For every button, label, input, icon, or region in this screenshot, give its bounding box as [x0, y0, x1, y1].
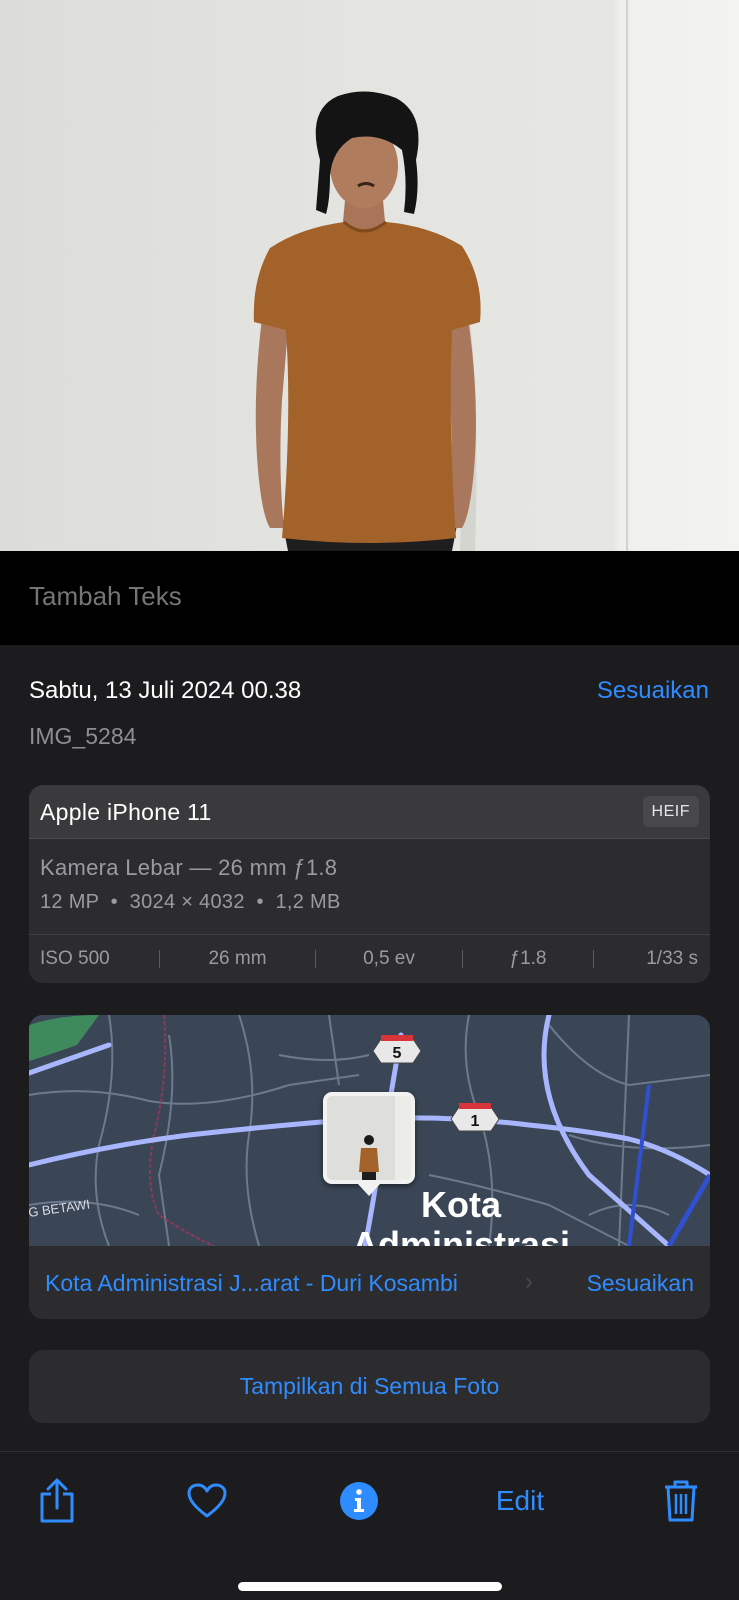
location-footer: Kota Administrasi J...arat - Duri Kosamb… [29, 1246, 710, 1319]
map-street-label: G BETAWI [29, 1196, 91, 1220]
info-panel: Sabtu, 13 Juli 2024 00.38 Sesuaikan IMG_… [0, 645, 739, 1451]
image-specs: 12 MP • 3024 × 4032 • 1,2 MB [40, 891, 341, 913]
camera-header: Apple iPhone 11 HEIF [29, 785, 710, 839]
lens-info: Kamera Lebar — 26 mm ƒ1.8 [40, 855, 338, 880]
adjust-location-button[interactable]: Sesuaikan [587, 1270, 694, 1297]
exif-row: ISO 500 26 mm 0,5 ev ƒ1.8 1/33 s [29, 934, 710, 983]
share-button[interactable] [36, 1476, 78, 1526]
edit-label: Edit [495, 1485, 545, 1516]
camera-info-card: Apple iPhone 11 HEIF Kamera Lebar — 26 m… [29, 785, 710, 983]
edit-button[interactable]: Edit [480, 1476, 560, 1526]
delete-button[interactable] [660, 1476, 702, 1526]
map-city-label-line1: Kota [421, 1184, 502, 1225]
photo-person-illustration [253, 91, 481, 551]
format-badge: HEIF [642, 796, 699, 827]
pin-tail [358, 1184, 380, 1196]
camera-device: Apple iPhone 11 [40, 799, 212, 825]
exif-exposure: 0,5 ev [363, 948, 415, 969]
heart-icon [187, 1483, 227, 1518]
pin-thumbnail [327, 1096, 411, 1180]
route-badge-5-label: 5 [393, 1045, 402, 1062]
caption-input[interactable] [29, 581, 709, 612]
route-badge-1-label: 1 [471, 1113, 480, 1130]
trash-icon [665, 1480, 697, 1522]
photo-location-pin[interactable] [323, 1092, 415, 1184]
route-badge-5: 5 [372, 1035, 422, 1064]
info-button[interactable] [338, 1476, 380, 1526]
adjust-date-button[interactable]: Sesuaikan [597, 677, 709, 705]
location-card: 5 1 G BETAWI Kota Administrasi Kota Admi… [29, 1015, 710, 1319]
capture-date: Sabtu, 13 Juli 2024 00.38 [29, 677, 302, 704]
exif-aperture: ƒ1.8 [509, 948, 547, 969]
favorite-button[interactable] [186, 1476, 228, 1526]
chevron-right-icon: › [525, 1268, 533, 1295]
location-map[interactable]: 5 1 G BETAWI Kota Administrasi [29, 1015, 710, 1246]
info-icon [340, 1482, 378, 1520]
map-city-label-line2: Administrasi [352, 1224, 570, 1246]
exif-focal-length: 26 mm [208, 948, 267, 969]
show-in-all-photos-button[interactable]: Tampilkan di Semua Foto [29, 1350, 710, 1423]
caption-area [0, 551, 739, 645]
share-icon [40, 1478, 74, 1523]
location-link[interactable]: Kota Administrasi J...arat - Duri Kosamb… [45, 1270, 458, 1297]
bottom-toolbar: Edit [0, 1451, 739, 1600]
file-name: IMG_5284 [29, 723, 137, 749]
route-badge-1: 1 [450, 1103, 500, 1132]
exif-shutter: 1/33 s [646, 948, 698, 969]
photo-viewer[interactable] [0, 0, 739, 551]
exif-iso: ISO 500 [40, 948, 110, 969]
home-indicator [238, 1582, 502, 1591]
